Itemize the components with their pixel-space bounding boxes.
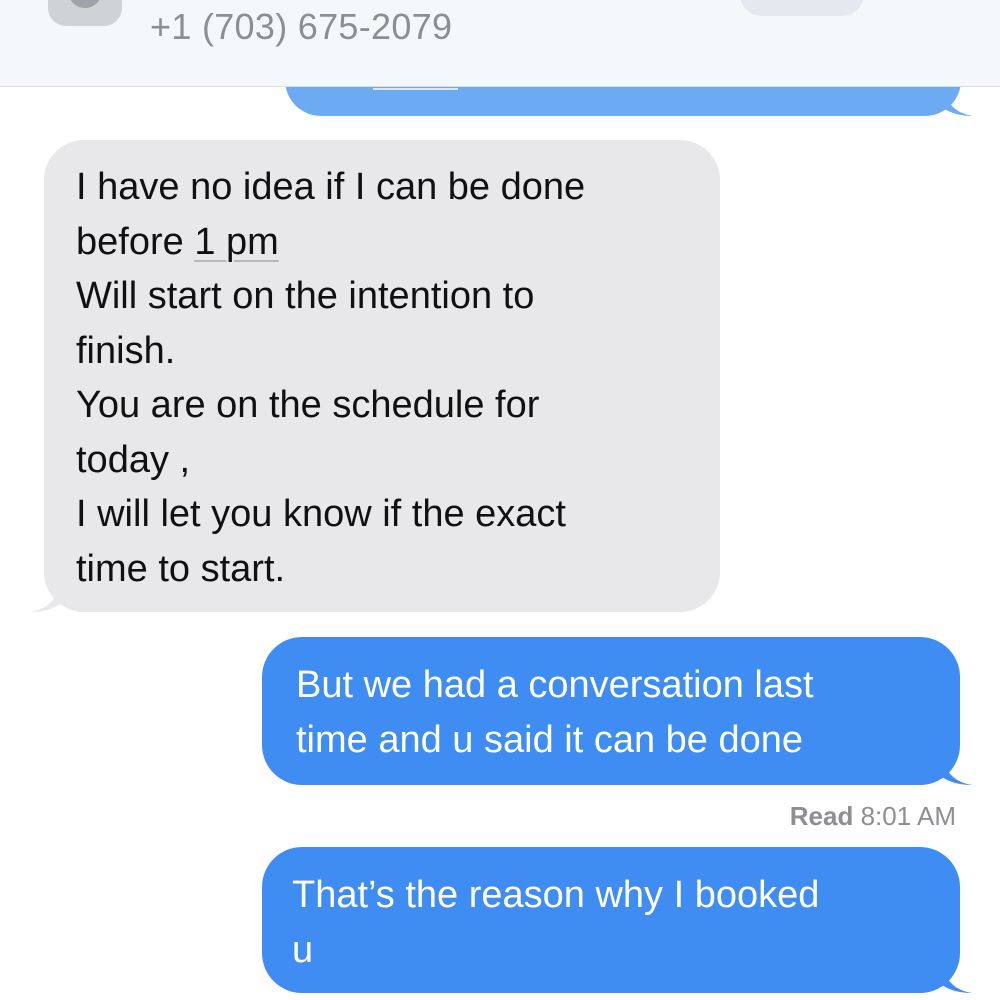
bubble-tail-icon: [942, 755, 972, 785]
message-line: finish.: [76, 329, 176, 372]
bubble-tail-icon: [30, 582, 60, 612]
bubble-tail-icon: [942, 963, 972, 993]
message-bubble-sent[interactable]: But we had a conversation last time and …: [262, 637, 972, 785]
message-line: You are on the schedule for: [76, 384, 540, 426]
conversation-header: +1 (703) 675-2079: [0, 0, 1000, 87]
time-link[interactable]: 1 pm: [194, 221, 278, 263]
message-line: time to start.: [76, 547, 286, 590]
message-line: time and u said it can be done: [296, 718, 804, 761]
message-line: But we had a conversation last: [296, 664, 814, 706]
bubble-tail-icon: [943, 86, 973, 116]
read-receipt: Read 8:01 AM: [790, 801, 956, 832]
person-icon: [68, 0, 102, 8]
message-line: today ,: [76, 438, 191, 481]
message-line: I have no idea if I can be done: [76, 166, 586, 208]
message-text: before: [76, 220, 184, 263]
contact-avatar[interactable]: [48, 0, 122, 26]
read-time: 8:01 AM: [860, 801, 956, 831]
contact-number[interactable]: +1 (703) 675-2079: [150, 6, 452, 48]
message-line: Will start on the intention to: [76, 275, 535, 317]
info-button[interactable]: [740, 0, 864, 16]
message-line: u: [292, 928, 314, 971]
message-line: That’s the reason why I booked: [292, 874, 820, 916]
message-thread-screen: +1 (703) 675-2079 I have no idea if I ca…: [0, 0, 1000, 1000]
message-line: I will let you know if the exact: [76, 493, 566, 535]
partial-link-underline: [373, 88, 458, 90]
message-bubble-received[interactable]: I have no idea if I can be done before 1…: [30, 140, 720, 612]
message-line: before 1 pm: [76, 215, 690, 270]
read-label: Read: [789, 801, 854, 831]
message-bubble-sent[interactable]: That’s the reason why I booked u: [262, 847, 972, 993]
